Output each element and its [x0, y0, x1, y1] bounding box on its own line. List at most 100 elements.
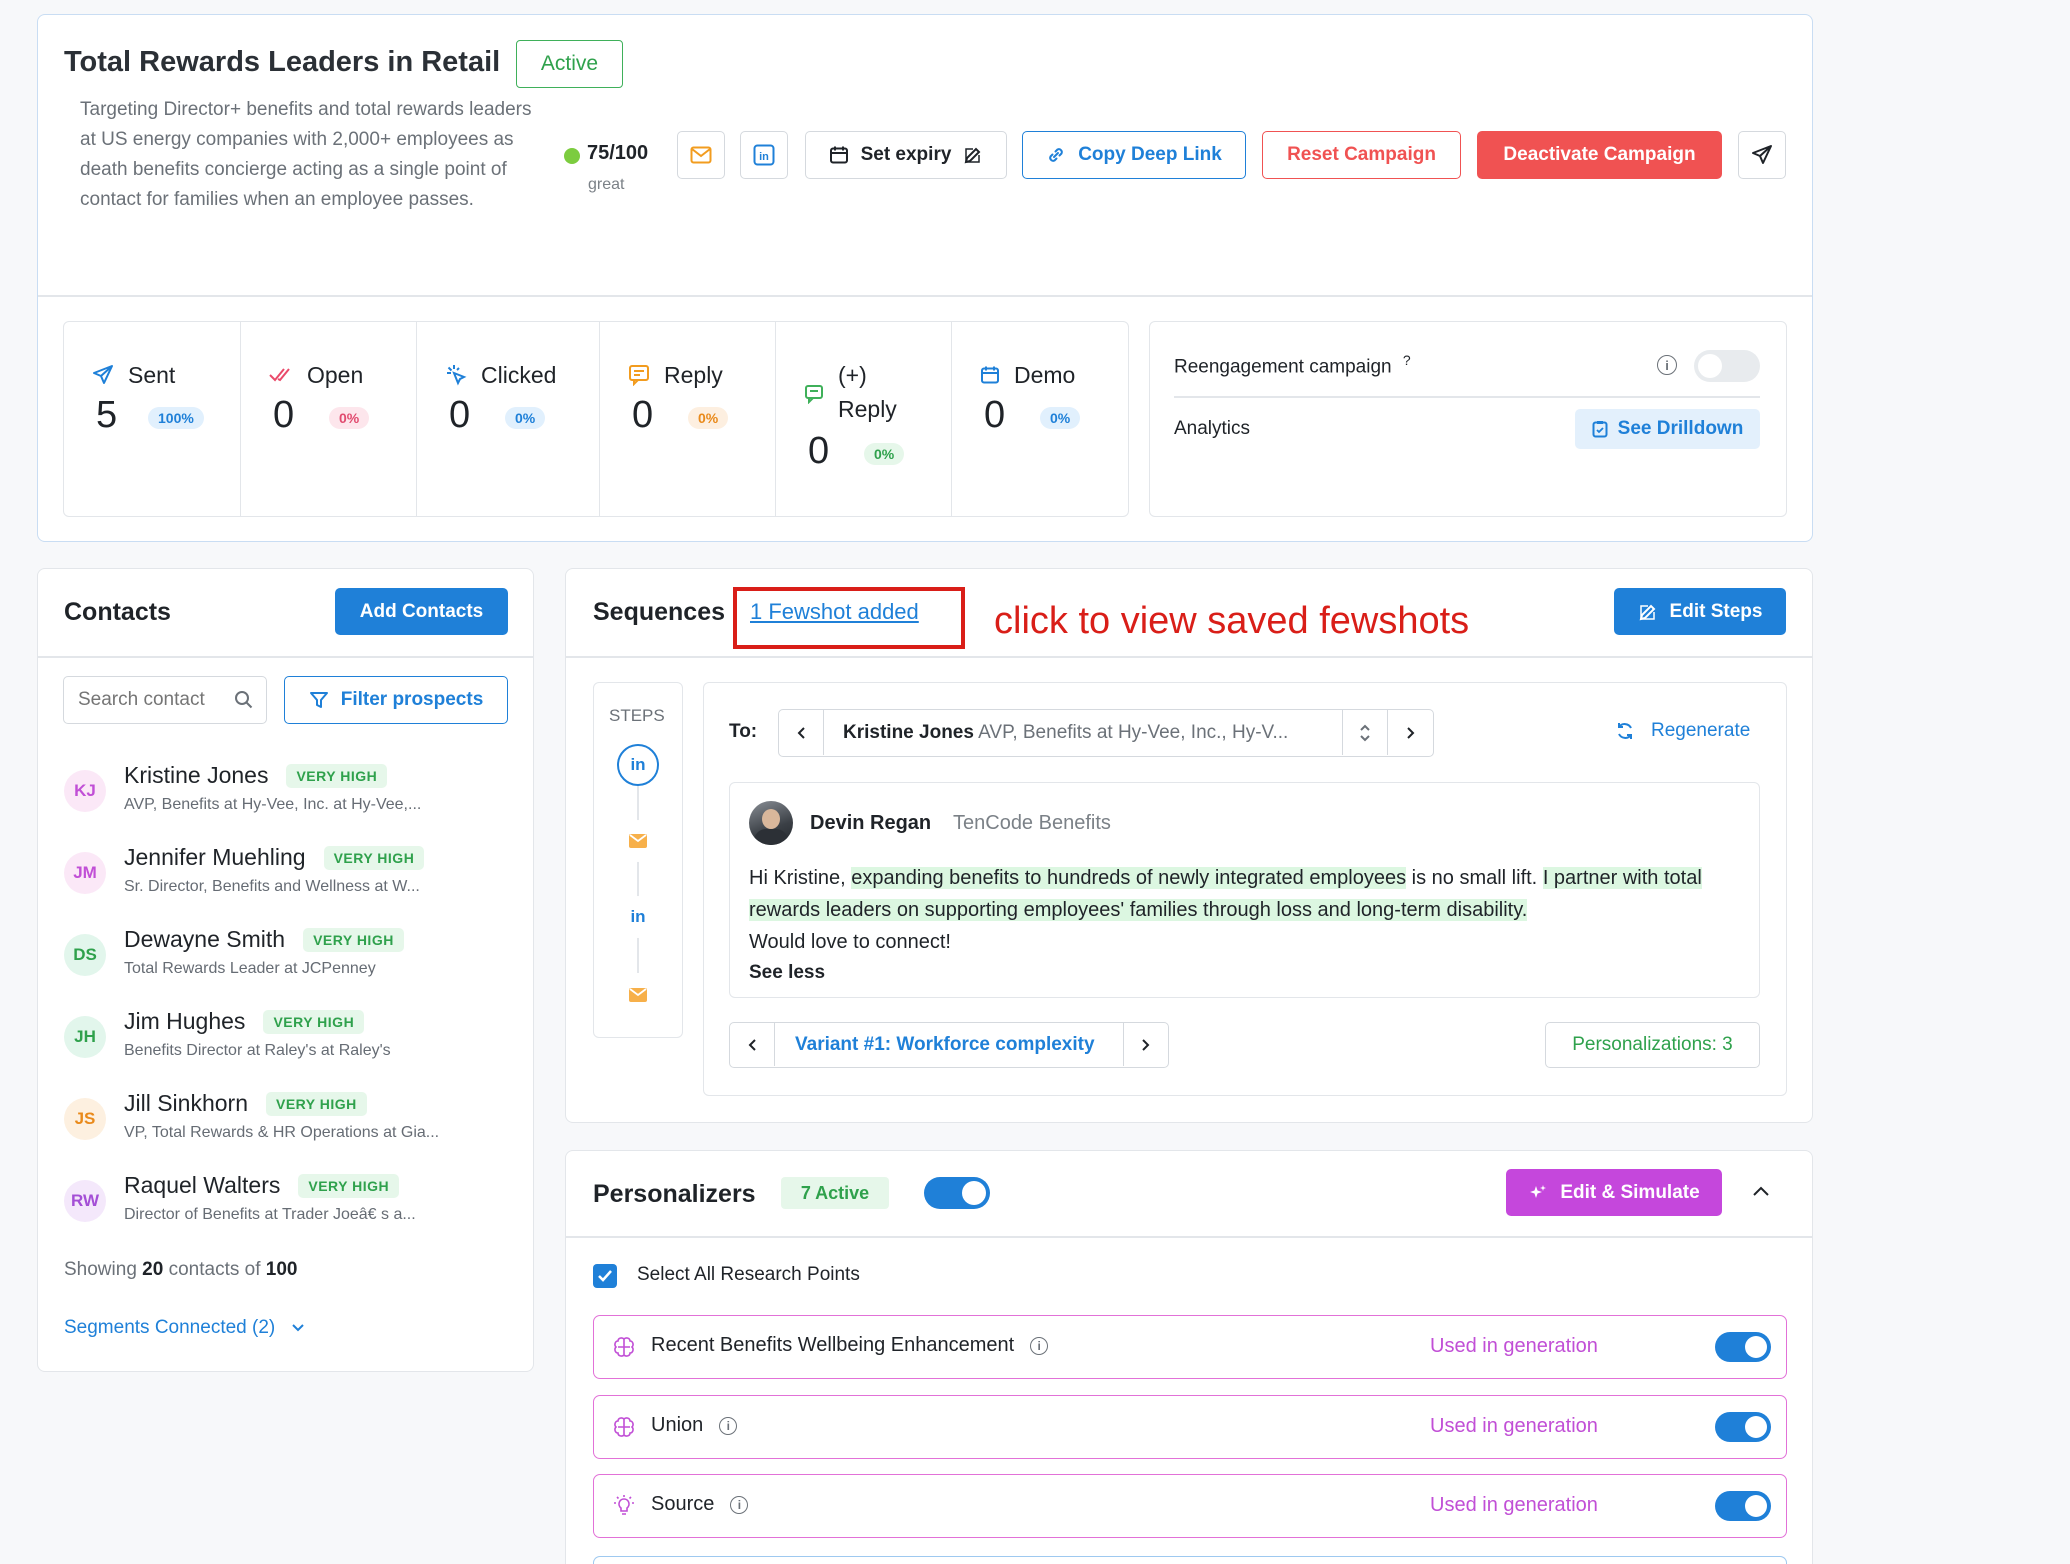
contact-name: Jennifer Muehling — [124, 844, 306, 870]
set-expiry-button[interactable]: Set expiry — [805, 131, 1007, 179]
reengagement-toggle[interactable] — [1694, 350, 1760, 382]
step-linkedin-active[interactable]: in — [617, 744, 659, 786]
edit-icon — [965, 147, 981, 164]
research-point-row[interactable]: Union i Used in generation — [593, 1395, 1787, 1459]
list-item[interactable]: JM Jennifer Muehling VERY HIGH Sr. Direct… — [64, 844, 524, 908]
contact-name: Dewayne Smith — [124, 926, 286, 952]
step-email[interactable] — [617, 974, 659, 1016]
search-input[interactable] — [78, 689, 228, 711]
send-button[interactable] — [1738, 131, 1786, 179]
select-all-checkbox[interactable] — [593, 1264, 617, 1288]
send-icon — [93, 365, 113, 384]
segments-connected-link[interactable]: Segments Connected (2) — [64, 1317, 305, 1339]
chevron-left-icon — [797, 726, 805, 739]
divider — [566, 656, 1812, 658]
add-contacts-button[interactable]: Add Contacts — [335, 588, 508, 635]
brain-icon — [614, 1417, 634, 1437]
avatar: JS — [64, 1098, 106, 1140]
list-item[interactable]: JS Jill Sinkhorn VERY HIGH VP, Total Rewa… — [64, 1090, 524, 1154]
next-recipient-button[interactable] — [1388, 710, 1433, 755]
email-button[interactable] — [677, 131, 725, 179]
mail-icon — [690, 146, 712, 164]
link-icon — [1049, 148, 1063, 162]
campaign-title: Total Rewards Leaders in Retail — [64, 46, 501, 78]
prev-variant-button[interactable] — [730, 1023, 775, 1066]
avatar: DS — [64, 934, 106, 976]
usage-status: Used in generation — [1430, 1494, 1598, 1516]
info-icon[interactable]: i — [1030, 1336, 1049, 1355]
research-point-row[interactable]: Recent Benefits Wellbeing Enhancement i U… — [593, 1315, 1787, 1379]
edit-simulate-button[interactable]: Edit & Simulate — [1506, 1169, 1722, 1216]
filter-prospects-label: Filter prospects — [340, 689, 484, 710]
message-body: Hi Kristine, expanding benefits to hundr… — [749, 867, 1702, 953]
variant-label: Variant #1: Workforce complexity — [795, 1034, 1095, 1055]
contact-subtitle: Benefits Director at Raley's at Raley's — [124, 1042, 391, 1059]
step-linkedin[interactable]: in — [617, 896, 659, 938]
score-label: great — [588, 176, 625, 193]
next-variant-button[interactable] — [1123, 1023, 1168, 1066]
variant-selector[interactable]: Variant #1: Workforce complexity — [729, 1022, 1169, 1068]
see-less-link[interactable]: See less — [749, 962, 825, 984]
list-item[interactable]: KJ Kristine Jones VERY HIGH AVP, Benefits… — [64, 762, 524, 826]
recipient-selector[interactable]: Kristine Jones AVP, Benefits at Hy-Vee, … — [778, 709, 1434, 757]
stat-label: Open — [307, 362, 364, 388]
showing-count: Showing 20 contacts of 100 — [64, 1259, 298, 1280]
priority-badge: VERY HIGH — [323, 845, 425, 870]
contact-subtitle: AVP, Benefits at Hy-Vee, Inc. at Hy-Vee,… — [124, 796, 422, 813]
sequences-title: Sequences — [593, 598, 726, 626]
contact-name: Kristine Jones — [124, 762, 269, 788]
personalizations-count[interactable]: Personalizations: 3 — [1545, 1022, 1760, 1068]
research-point-toggle[interactable] — [1715, 1412, 1771, 1442]
help-icon[interactable]: ? — [1403, 352, 1411, 368]
contact-name: Raquel Walters — [124, 1172, 281, 1198]
priority-badge: VERY HIGH — [286, 763, 388, 788]
stat-reply: Reply 0 0% — [600, 322, 776, 516]
see-drilldown-label: See Drilldown — [1617, 418, 1744, 439]
fewshot-link[interactable]: 1 Fewshot added — [750, 599, 919, 625]
list-item[interactable]: DS Dewayne Smith VERY HIGH Total Rewards … — [64, 926, 524, 990]
search-contact-field[interactable] — [63, 676, 267, 724]
usage-status: Used in generation — [1430, 1335, 1598, 1357]
personalizers-toggle[interactable] — [924, 1177, 990, 1209]
edit-steps-button[interactable]: Edit Steps — [1614, 588, 1786, 635]
research-point-row[interactable]: Source i Used in generation — [593, 1474, 1787, 1538]
see-drilldown-button[interactable]: See Drilldown — [1575, 409, 1760, 449]
annotation-text: click to view saved fewshots — [994, 600, 1470, 642]
score-dot — [564, 148, 580, 164]
select-all-label: Select All Research Points — [637, 1264, 860, 1285]
active-count-badge: 7 Active — [781, 1177, 889, 1209]
calendar-icon — [829, 146, 848, 164]
avatar — [749, 801, 793, 845]
research-point-toggle[interactable] — [1715, 1332, 1771, 1362]
info-icon[interactable]: i — [730, 1495, 749, 1514]
info-icon[interactable]: i — [1657, 355, 1677, 375]
stat-value: 0 — [273, 394, 295, 436]
click-icon — [447, 365, 467, 386]
step-email[interactable] — [617, 820, 659, 862]
prev-recipient-button[interactable] — [779, 710, 824, 755]
collapse-button[interactable] — [1751, 1184, 1771, 1203]
deactivate-campaign-button[interactable]: Deactivate Campaign — [1477, 131, 1722, 179]
stat-percent: 100% — [148, 407, 204, 429]
linkedin-button[interactable]: in — [740, 131, 788, 179]
linkedin-icon: in — [753, 144, 775, 166]
recipient-sort-button[interactable] — [1342, 710, 1388, 755]
reset-campaign-button[interactable]: Reset Campaign — [1262, 131, 1461, 179]
priority-badge: VERY HIGH — [298, 1173, 400, 1198]
chevron-down-icon — [292, 1324, 304, 1332]
steps-connector — [637, 783, 639, 973]
stat-label: Sent — [128, 362, 176, 388]
refresh-icon — [1618, 723, 1632, 739]
list-item[interactable]: JH Jim Hughes VERY HIGH Benefits Director… — [64, 1008, 524, 1072]
stat-percent: 0% — [1040, 407, 1081, 429]
stat-percent: 0% — [329, 407, 370, 429]
send-icon — [1752, 145, 1772, 164]
research-point-toggle[interactable] — [1715, 1491, 1771, 1521]
regenerate-button[interactable]: Regenerate — [1615, 720, 1750, 742]
info-icon[interactable]: i — [719, 1416, 738, 1435]
copy-deep-link-button[interactable]: Copy Deep Link — [1022, 131, 1246, 179]
sender-name: Devin Regan — [810, 812, 932, 834]
calendar-icon — [981, 366, 999, 384]
filter-prospects-button[interactable]: Filter prospects — [284, 676, 508, 724]
list-item[interactable]: RW Raquel Walters VERY HIGH Director of B… — [64, 1172, 524, 1236]
